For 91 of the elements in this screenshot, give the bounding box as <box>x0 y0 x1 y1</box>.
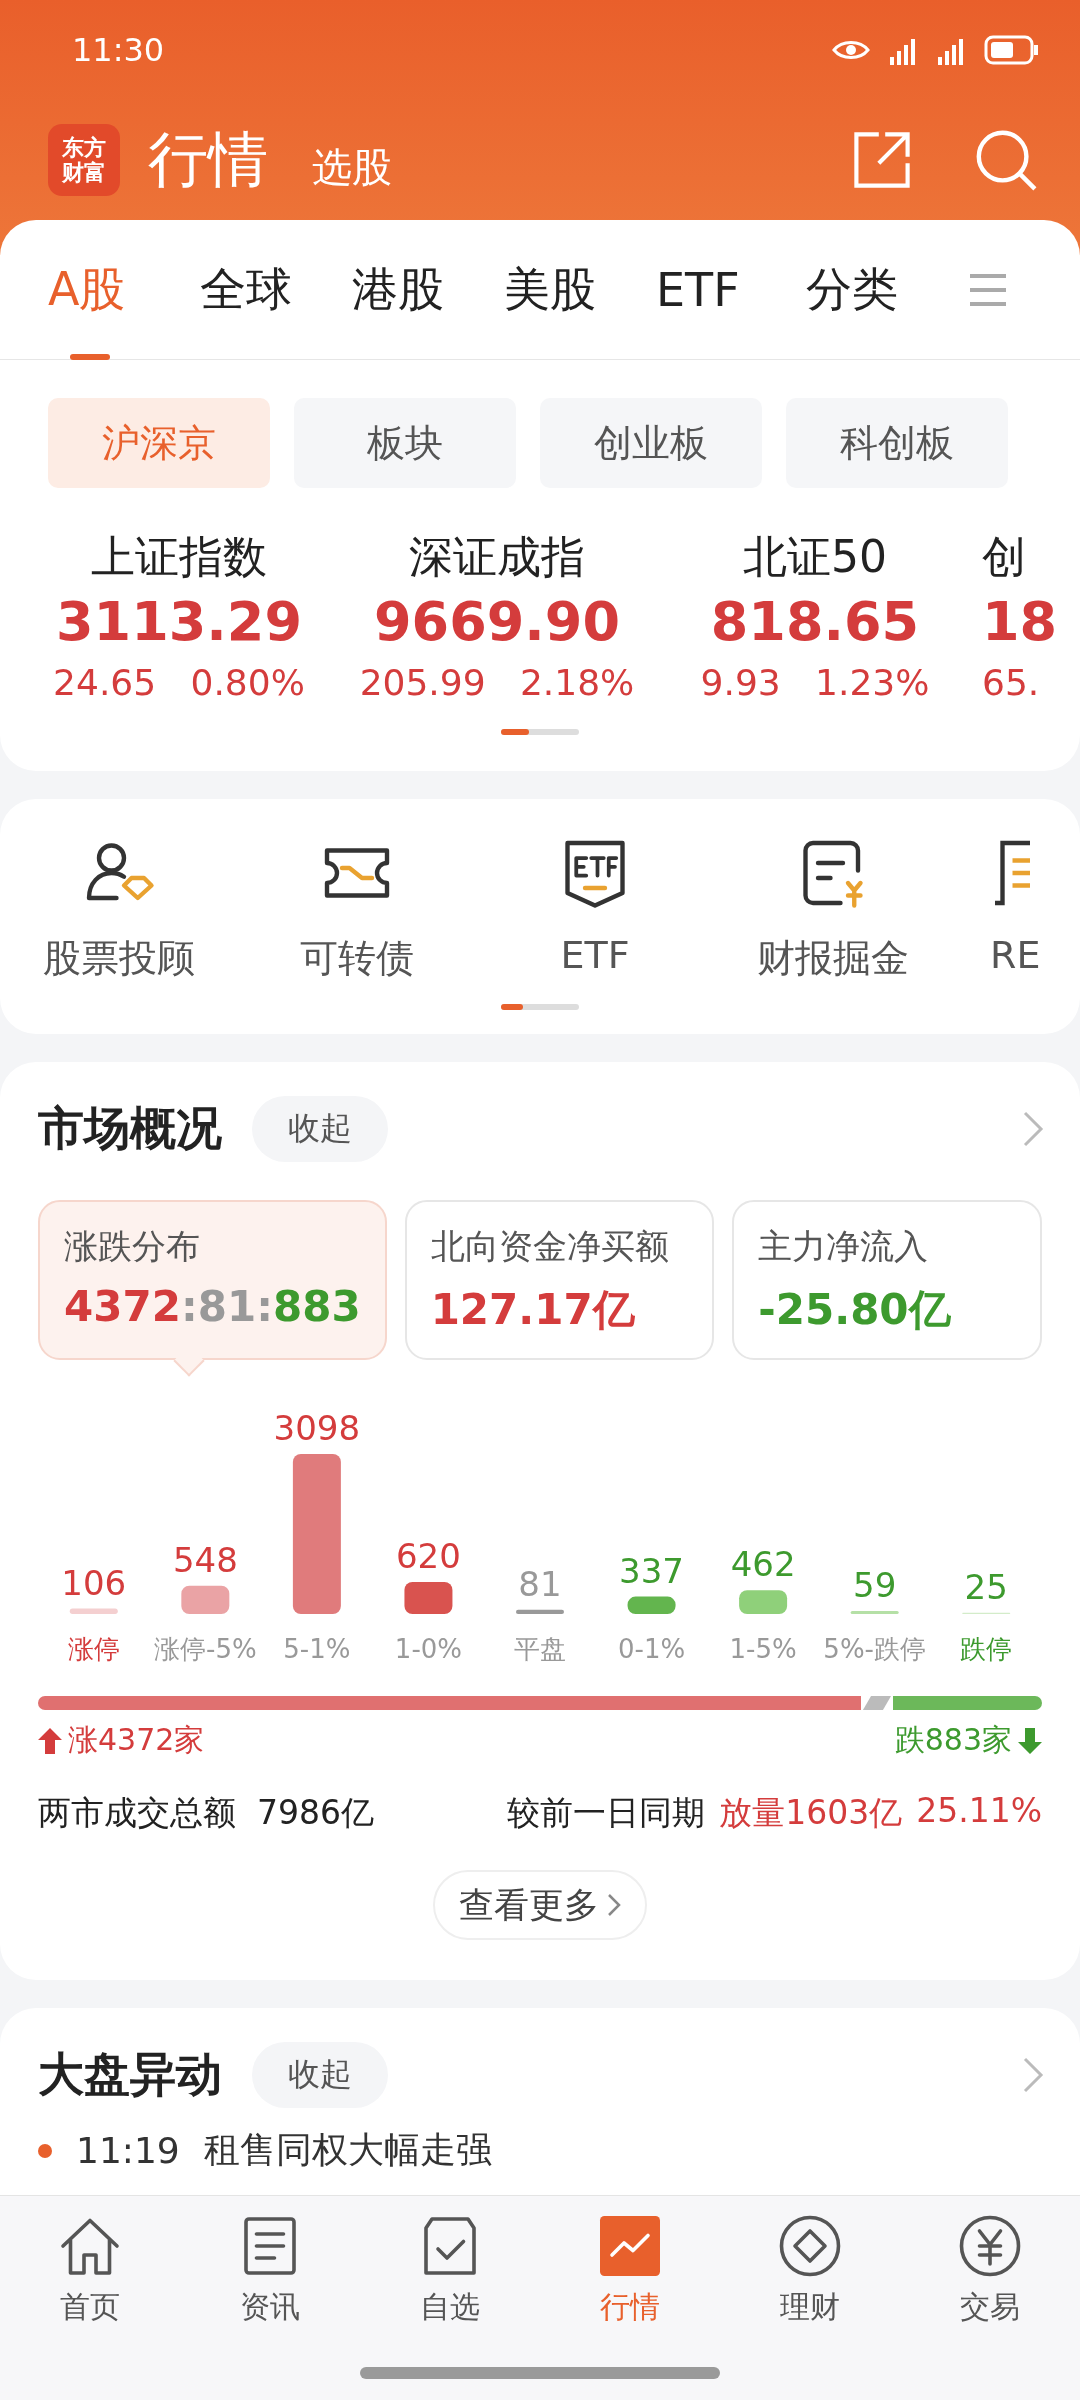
nav-tab[interactable]: 自选 <box>360 2196 540 2345</box>
bar <box>850 1610 899 1614</box>
status-time: 11:30 <box>72 31 165 69</box>
category-label: 涨停 <box>67 1634 120 1664</box>
diamond-circle-icon <box>777 2213 843 2279</box>
chevron-right-icon[interactable] <box>1022 1110 1044 1148</box>
index-change: 65. <box>982 662 1040 703</box>
shortcut-item[interactable]: 财报掘金 <box>714 833 952 984</box>
shortcut-item[interactable]: 可转债 <box>238 833 476 984</box>
category-label: 5%-跌停 <box>823 1634 926 1664</box>
bar <box>516 1609 564 1614</box>
category-label: 跌停 <box>960 1634 1013 1664</box>
turnover-text: 两市成交总额 7986亿 <box>38 1792 374 1834</box>
news-time: 11:19 <box>76 2130 180 2171</box>
stat-label: 主力净流入 <box>758 1225 930 1268</box>
index-value: 3113.29 <box>56 590 302 655</box>
stat-label: 涨跌分布 <box>64 1225 201 1268</box>
menu-icon[interactable] <box>968 271 1008 308</box>
bar <box>69 1608 118 1614</box>
market-tab[interactable]: 美股 <box>504 219 656 360</box>
compare-label: 较前一日同期 <box>507 1792 706 1834</box>
shortcut-item[interactable]: RE <box>990 833 1070 984</box>
category-label: 平盘 <box>514 1634 566 1664</box>
category-label: 5-1% <box>283 1634 351 1664</box>
category-label: 1-5% <box>729 1634 797 1664</box>
yen-circle-icon <box>957 2213 1023 2279</box>
news-dot <box>38 2143 52 2158</box>
market-tab[interactable]: 全球 <box>200 219 352 360</box>
down-arrow-icon <box>1018 1727 1042 1754</box>
collapse-button[interactable]: 收起 <box>252 1096 388 1162</box>
bar-value: 620 <box>396 1536 461 1576</box>
bar-value: 337 <box>619 1550 684 1591</box>
page-title: 行情 <box>148 122 268 196</box>
index-change: 9.93 1.23% <box>700 662 930 703</box>
stat-card[interactable]: 主力净流入 -25.80亿 <box>732 1200 1042 1360</box>
category-label: 涨停-5% <box>154 1634 257 1664</box>
index-change: 205.99 2.18% <box>359 662 635 703</box>
filter-chip[interactable]: 创业板 <box>540 398 762 488</box>
stat-card[interactable]: 北向资金净买额 127.17亿 <box>404 1200 715 1360</box>
index-name: 上证指数 <box>91 530 267 584</box>
bar <box>739 1590 788 1614</box>
filter-chip[interactable]: 科创板 <box>786 398 1008 488</box>
index-value: 18 <box>982 590 1058 655</box>
bar-value: 81 <box>518 1563 562 1604</box>
category-label: 1-0% <box>394 1634 463 1664</box>
section-title: 大盘异动 <box>38 2046 222 2103</box>
index-value: 9669.90 <box>374 590 620 655</box>
stat-label: 北向资金净买额 <box>430 1225 670 1268</box>
up-arrow-icon <box>38 1727 62 1754</box>
see-more-button[interactable]: 查看更多 <box>433 1870 647 1940</box>
chevron-right-icon <box>607 1893 621 1917</box>
battery-icon <box>984 35 1040 65</box>
market-tab[interactable]: ETF <box>656 219 806 360</box>
filter-chip[interactable]: 板块 <box>294 398 516 488</box>
nav-tab[interactable]: 交易 <box>900 2196 1080 2345</box>
stat-value: 127.17亿 <box>430 1284 636 1336</box>
eye-icon <box>832 38 870 62</box>
nav-tab[interactable]: 资讯 <box>180 2196 360 2345</box>
index-value: 818.65 <box>710 590 920 655</box>
market-tab[interactable]: 分类 <box>806 219 956 360</box>
bar-value: 106 <box>61 1562 127 1603</box>
nav-tab[interactable]: 首页 <box>0 2196 180 2345</box>
index-name: 北证50 <box>743 530 887 584</box>
shortcut-item[interactable]: 股票投顾 <box>0 833 238 984</box>
bar-value: 548 <box>172 1539 238 1580</box>
falling-count: 跌883家 <box>894 1720 1042 1761</box>
section-title: 市场概况 <box>38 1100 222 1157</box>
bar-value: 59 <box>853 1564 897 1605</box>
rising-count: 涨4372家 <box>38 1720 205 1761</box>
market-tab[interactable]: 港股 <box>352 219 504 360</box>
index-change: 24.65 0.80% <box>53 662 305 703</box>
stat-card[interactable]: 涨跌分布 4372:81:883 <box>38 1200 387 1360</box>
app-logo: 东方 财富 <box>48 124 120 196</box>
nav-tab[interactable]: 理财 <box>720 2196 900 2345</box>
stat-value: -25.80亿 <box>758 1284 952 1336</box>
collapse-button[interactable]: 收起 <box>252 2042 388 2108</box>
bar <box>181 1585 230 1614</box>
stat-value: 4372:81:883 <box>64 1282 361 1331</box>
shortcut-item[interactable]: ETF <box>476 833 714 984</box>
bar <box>404 1582 453 1614</box>
index-name: 深证成指 <box>409 530 585 584</box>
bar-value: 3098 <box>273 1408 361 1448</box>
bar-value: 462 <box>730 1544 796 1585</box>
volume-change: 放量1603亿 <box>719 1792 903 1834</box>
bar-value: 25 <box>964 1566 1008 1607</box>
news-headline[interactable]: 租售同权大幅走强 <box>203 2126 492 2175</box>
volume-percent: 25.11% <box>916 1791 1042 1832</box>
chevron-right-icon[interactable] <box>1022 2056 1044 2094</box>
index-name: 创 <box>982 530 1026 584</box>
category-label: 0-1% <box>617 1634 686 1664</box>
bar <box>627 1596 676 1614</box>
